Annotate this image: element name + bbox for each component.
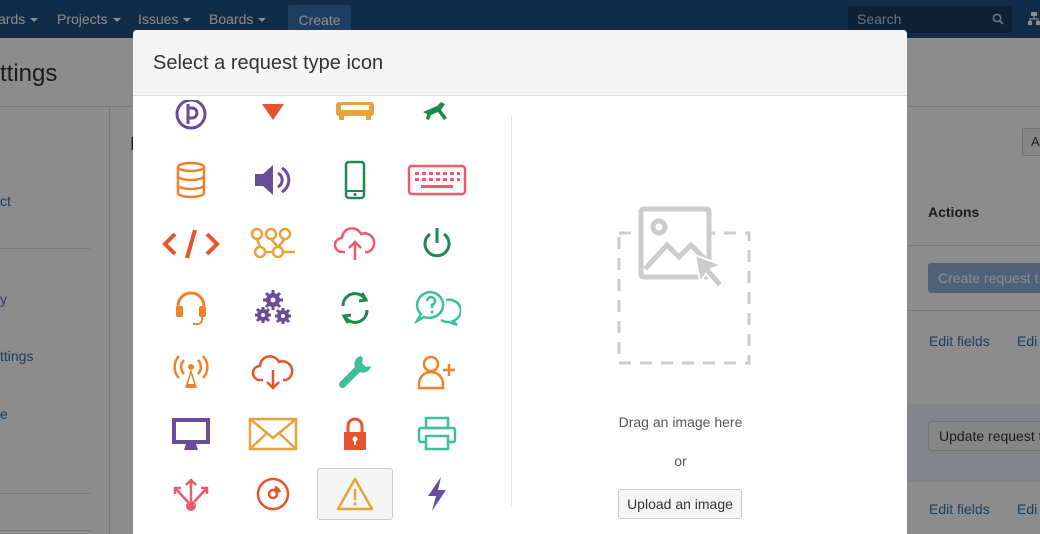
cursor-arrow-icon xyxy=(693,253,725,290)
wrench-icon xyxy=(338,356,371,389)
icon-option-wrench[interactable] xyxy=(317,346,393,398)
heart-down-icon xyxy=(262,104,284,120)
icon-option-couch[interactable] xyxy=(317,96,393,146)
icon-option-envelope[interactable] xyxy=(235,408,311,460)
cloud-download-icon xyxy=(251,355,294,390)
icon-option-refresh[interactable] xyxy=(317,282,393,334)
refresh-icon xyxy=(341,292,369,324)
icon-option-keyboard[interactable] xyxy=(399,154,475,206)
couch-icon xyxy=(336,102,374,120)
or-separator: or xyxy=(674,453,687,469)
icon-option-share-nodes[interactable] xyxy=(153,468,229,520)
icon-option-monitor[interactable] xyxy=(153,408,229,460)
code-icon xyxy=(162,229,220,259)
speaker-icon xyxy=(255,165,291,195)
help-chat-icon xyxy=(413,290,461,327)
headset-icon xyxy=(176,291,206,325)
icon-option-disc[interactable] xyxy=(235,468,311,520)
warning-icon xyxy=(336,477,374,511)
icon-picker-dialog: Select a request type icon Drag an image… xyxy=(133,30,907,534)
icon-option-printer[interactable] xyxy=(399,408,475,460)
icon-option-add-user[interactable] xyxy=(399,346,475,398)
icon-option-airplane[interactable] xyxy=(399,96,475,146)
icon-option-lock[interactable] xyxy=(317,408,393,460)
icon-option-cogs[interactable] xyxy=(235,282,311,334)
mobile-icon xyxy=(344,160,366,200)
dialog-title: Select a request type icon xyxy=(153,52,384,74)
image-upload-area: Drag an image here or Upload an image xyxy=(512,96,907,534)
cloud-upload-icon xyxy=(333,227,376,260)
icon-option-speaker[interactable] xyxy=(235,154,311,206)
icon-option-heart-down[interactable] xyxy=(235,96,311,146)
icon-option-headset[interactable] xyxy=(153,282,229,334)
share-nodes-icon xyxy=(173,478,209,511)
envelope-icon xyxy=(248,417,298,451)
upload-image-button[interactable]: Upload an image xyxy=(618,489,742,519)
icon-option-currency[interactable] xyxy=(153,96,229,146)
dialog-header: Select a request type icon xyxy=(133,30,907,96)
icon-option-help-chat[interactable] xyxy=(399,282,475,334)
icon-option-mobile[interactable] xyxy=(317,154,393,206)
antenna-icon xyxy=(173,355,209,388)
lightning-icon xyxy=(428,477,446,511)
icon-option-antenna[interactable] xyxy=(153,346,229,398)
icon-grid xyxy=(133,96,511,534)
add-user-icon xyxy=(417,355,455,390)
monitor-icon xyxy=(172,418,210,450)
disc-icon xyxy=(256,477,290,511)
icon-option-lightning[interactable] xyxy=(399,468,475,520)
printer-icon xyxy=(417,416,457,451)
icon-option-database[interactable] xyxy=(153,154,229,206)
icon-option-warning[interactable] xyxy=(317,468,393,520)
drop-instructions: Drag an image here xyxy=(618,414,743,430)
workflow-icon xyxy=(250,227,295,259)
icon-option-workflow[interactable] xyxy=(235,218,311,270)
icon-option-cloud-download[interactable] xyxy=(235,346,311,398)
icon-option-cloud-upload[interactable] xyxy=(317,218,393,270)
lock-icon xyxy=(344,417,366,450)
image-drop-zone[interactable] xyxy=(617,205,751,365)
currency-icon xyxy=(175,100,207,130)
cogs-icon xyxy=(255,290,291,324)
airplane-icon xyxy=(423,102,447,120)
power-icon xyxy=(423,228,451,258)
keyboard-icon xyxy=(407,164,467,196)
database-icon xyxy=(176,161,206,199)
icon-option-power[interactable] xyxy=(399,218,475,270)
icon-option-code[interactable] xyxy=(153,218,229,270)
